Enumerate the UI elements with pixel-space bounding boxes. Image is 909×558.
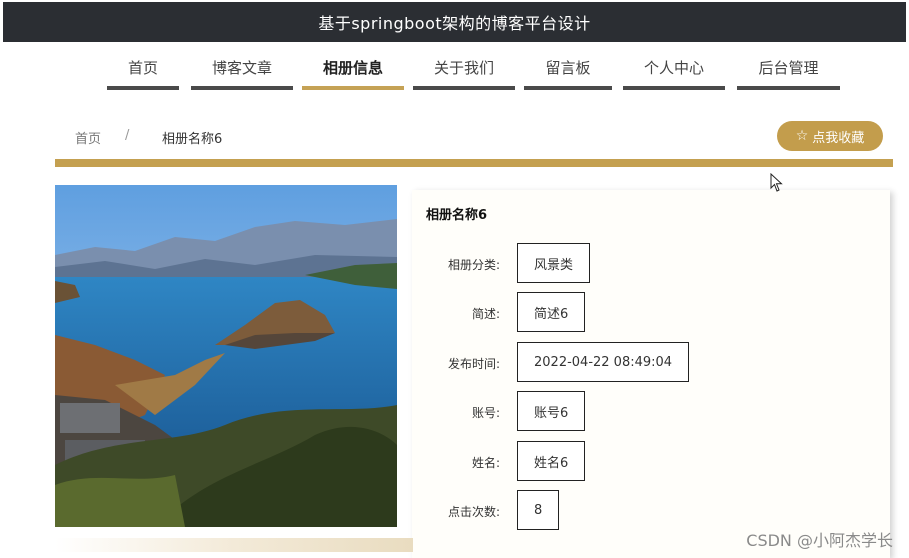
field-label: 点击次数: [447,505,500,519]
field-label: 账号: [471,406,500,420]
field-label: 姓名: [471,456,500,470]
field-value: 账号6 [517,391,586,431]
field-value: 简述6 [517,292,586,332]
field-row-category: 相册分类: 风景类 [412,243,890,283]
nav-item-message-board[interactable]: 留言板 [524,48,612,90]
field-row-name: 姓名: 姓名6 [412,441,890,481]
site-title: 基于springboot架构的博客平台设计 [318,14,591,33]
nav-item-personal-center[interactable]: 个人中心 [623,48,725,90]
field-value: 8 [517,490,560,530]
breadcrumb-separator: / [125,128,130,143]
field-row-account: 账号: 账号6 [412,391,890,431]
field-row-summary: 简述: 简述6 [412,292,890,332]
nav-item-album-info[interactable]: 相册信息 [302,48,404,90]
star-outline-icon: ☆ [795,128,809,144]
field-row-publish-time: 发布时间: 2022-04-22 08:49:04 [412,342,890,382]
album-title: 相册名称6 [426,208,488,223]
field-label: 相册分类: [447,258,500,272]
field-row-click-count: 点击次数: 8 [412,490,890,530]
mouse-cursor-icon [770,173,783,192]
breadcrumb: 首页 / 相册名称6 ☆ 点我收藏 [55,118,893,158]
section-divider [55,159,893,167]
breadcrumb-current: 相册名称6 [162,132,223,147]
site-header: 基于springboot架构的博客平台设计 [3,2,906,42]
main-nav: 首页 博客文章 相册信息 关于我们 留言板 个人中心 后台管理 [0,48,909,92]
watermark: CSDN @小阿杰学长 [746,531,893,550]
nav-item-blog-articles[interactable]: 博客文章 [191,48,293,90]
field-label: 简述: [471,307,500,321]
nav-item-home[interactable]: 首页 [107,48,179,90]
field-value: 2022-04-22 08:49:04 [517,342,690,382]
favorite-button[interactable]: ☆ 点我收藏 [777,121,883,151]
nav-item-about-us[interactable]: 关于我们 [413,48,515,90]
album-detail-panel: 相册名称6 相册分类: 风景类 简述: 简述6 发布时间: 2022-04-22… [412,190,890,558]
decorative-strip [55,538,413,552]
breadcrumb-home-link[interactable]: 首页 [75,128,101,147]
favorite-button-label: 点我收藏 [812,130,865,146]
field-label: 发布时间: [447,357,500,371]
field-value: 姓名6 [517,441,586,481]
album-photo [55,185,397,527]
nav-item-admin[interactable]: 后台管理 [737,48,840,90]
field-value: 风景类 [517,243,591,283]
